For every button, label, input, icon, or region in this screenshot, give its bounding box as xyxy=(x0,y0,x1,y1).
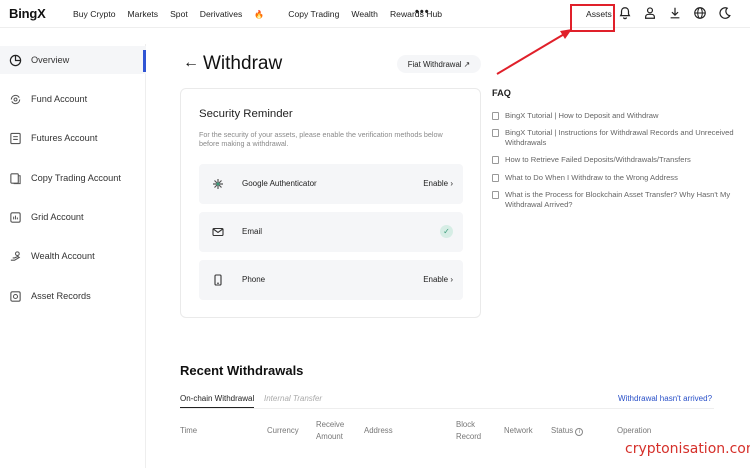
top-nav: BingX Buy Crypto Markets Spot Derivative… xyxy=(0,0,750,28)
faq-title: FAQ xyxy=(492,88,511,98)
tab-divider xyxy=(180,408,714,409)
sidebar-item-label: Asset Records xyxy=(31,291,91,301)
document-icon xyxy=(492,174,499,182)
faq-link[interactable]: BingX Tutorial | Instructions for Withdr… xyxy=(492,128,745,147)
authenticator-icon xyxy=(212,177,224,189)
nav-wealth[interactable]: Wealth xyxy=(351,9,378,19)
verification-phone[interactable]: Phone Enable › xyxy=(199,260,463,300)
globe-icon[interactable] xyxy=(693,6,707,20)
watermark: cryptonisation.com xyxy=(625,441,750,457)
faq-link-text: How to Retrieve Failed Deposits/Withdraw… xyxy=(505,155,691,164)
sidebar-item-label: Copy Trading Account xyxy=(31,173,121,183)
download-icon[interactable] xyxy=(668,6,682,20)
moon-icon[interactable] xyxy=(718,6,732,20)
sidebar-item-futures-account[interactable]: Futures Account xyxy=(0,124,146,152)
pie-chart-icon xyxy=(9,54,22,67)
sidebar-item-label: Grid Account xyxy=(31,212,84,222)
column-currency: Currency xyxy=(267,426,299,435)
enable-phone-button[interactable]: Enable › xyxy=(423,275,453,284)
security-title: Security Reminder xyxy=(199,108,293,120)
verification-label: Google Authenticator xyxy=(242,179,317,188)
faq-link[interactable]: BingX Tutorial | How to Deposit and With… xyxy=(492,111,745,121)
bell-icon[interactable] xyxy=(618,6,632,20)
sidebar-item-overview[interactable]: Overview xyxy=(0,46,146,74)
verification-label: Email xyxy=(242,227,263,236)
tab-internal-transfer[interactable]: Internal Transfer xyxy=(264,394,322,403)
bingx-logo[interactable]: BingX xyxy=(9,6,46,21)
column-status-label: Status xyxy=(551,426,574,435)
faq-link-text: What is the Process for Blockchain Asset… xyxy=(505,190,731,209)
user-icon[interactable] xyxy=(643,6,657,20)
grid-icon xyxy=(9,211,22,224)
copy-trading-icon xyxy=(9,172,22,185)
fiat-withdrawal-button[interactable]: Fiat Withdrawal ↗ xyxy=(397,55,481,73)
nav-derivatives-label: Derivatives xyxy=(199,9,243,19)
faq-link[interactable]: What is the Process for Blockchain Asset… xyxy=(492,190,745,209)
column-time: Time xyxy=(180,426,198,435)
sidebar-item-grid-account[interactable]: Grid Account xyxy=(0,203,146,231)
records-icon xyxy=(9,290,22,303)
verification-google-authenticator[interactable]: Google Authenticator Enable › xyxy=(199,164,463,204)
verification-email[interactable]: Email ✓ xyxy=(199,212,463,252)
info-icon[interactable]: i xyxy=(575,428,584,436)
document-icon xyxy=(492,129,499,137)
faq-link[interactable]: How to Retrieve Failed Deposits/Withdraw… xyxy=(492,155,745,165)
verification-label: Phone xyxy=(242,275,266,284)
document-icon xyxy=(492,191,499,199)
check-icon: ✓ xyxy=(440,225,453,238)
faq-link-text: BingX Tutorial | How to Deposit and With… xyxy=(505,111,659,120)
nav-menu: Buy Crypto Markets Spot Derivatives 🔥 Cop… xyxy=(73,9,454,19)
sidebar: Overview Fund Account Futures Account Co… xyxy=(0,44,146,468)
recent-withdrawals-title: Recent Withdrawals xyxy=(180,363,304,378)
more-menu-icon[interactable]: ••• xyxy=(415,6,430,18)
wealth-icon xyxy=(9,250,22,263)
column-status: Status i xyxy=(551,425,584,437)
nav-derivatives[interactable]: Derivatives 🔥 xyxy=(200,9,276,19)
sidebar-item-fund-account[interactable]: Fund Account xyxy=(0,85,146,113)
fund-icon xyxy=(9,93,22,106)
security-reminder-card: Security Reminder For the security of yo… xyxy=(180,88,481,318)
nav-assets[interactable]: Assets xyxy=(586,9,612,19)
faq-link-text: BingX Tutorial | Instructions for Withdr… xyxy=(505,128,734,147)
column-operation: Operation xyxy=(617,426,652,435)
nav-buy-crypto[interactable]: Buy Crypto xyxy=(73,9,116,19)
sidebar-item-asset-records[interactable]: Asset Records xyxy=(0,282,146,310)
fire-icon: 🔥 xyxy=(254,10,265,19)
faq-link[interactable]: What to Do When I Withdraw to the Wrong … xyxy=(492,173,745,183)
document-icon xyxy=(492,156,499,164)
sidebar-item-label: Wealth Account xyxy=(31,251,95,261)
enable-google-button[interactable]: Enable › xyxy=(423,179,453,188)
column-address: Address xyxy=(364,426,393,435)
security-description: For the security of your assets, please … xyxy=(199,130,443,148)
nav-copy-trading[interactable]: Copy Trading xyxy=(288,9,339,19)
nav-spot[interactable]: Spot xyxy=(170,9,188,19)
document-icon xyxy=(492,112,499,120)
enable-label: Enable xyxy=(423,179,449,188)
futures-icon xyxy=(9,132,22,145)
enable-label: Enable xyxy=(423,275,449,284)
sidebar-item-copy-trading-account[interactable]: Copy Trading Account xyxy=(0,164,146,192)
sidebar-item-wealth-account[interactable]: Wealth Account xyxy=(0,242,146,270)
column-network: Network xyxy=(504,426,533,435)
sidebar-item-label: Fund Account xyxy=(31,94,88,104)
column-block-record: Block Record xyxy=(456,420,482,441)
back-arrow-icon[interactable]: ← xyxy=(183,54,199,72)
sidebar-item-label: Futures Account xyxy=(31,133,98,143)
tab-on-chain-withdrawal[interactable]: On-chain Withdrawal xyxy=(180,394,254,403)
withdrawal-not-arrived-link[interactable]: Withdrawal hasn't arrived? xyxy=(618,394,712,403)
column-receive-amount: Receive Amount xyxy=(316,420,345,441)
faq-link-text: What to Do When I Withdraw to the Wrong … xyxy=(505,173,678,182)
page-title: Withdraw xyxy=(203,53,283,74)
phone-icon xyxy=(212,273,224,286)
sidebar-item-label: Overview xyxy=(31,55,70,65)
nav-markets[interactable]: Markets xyxy=(128,9,159,19)
mail-icon xyxy=(212,225,224,237)
